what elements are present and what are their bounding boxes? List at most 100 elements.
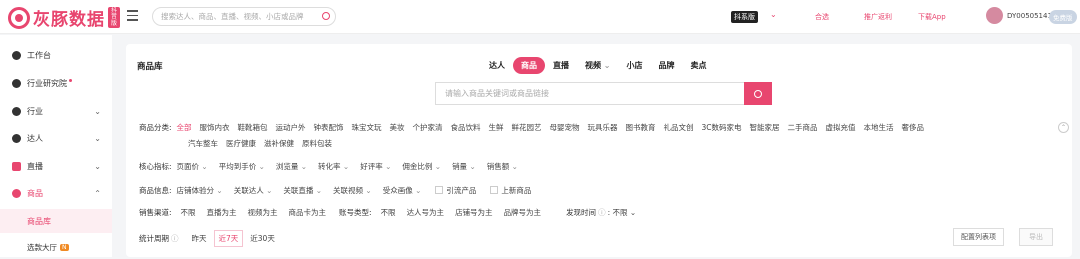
tab-goods[interactable]: 商品 [513,57,545,74]
channel-option[interactable]: 不限 [181,208,196,217]
category-option[interactable]: 鞋靴箱包 [238,123,268,132]
metric-dropdown[interactable]: 销量 [452,162,476,171]
period-filter-row: 统计周期 ⓘ 昨天 近7天 近30天 [139,230,282,247]
info-icon[interactable]: ⓘ [171,233,179,244]
account-list: 不限 达人号为主 店铺号为主 品牌号为主 [381,207,553,218]
sidebar-item-workbench[interactable]: 工作台 [0,42,112,68]
user-id[interactable]: DY00505141 [1007,12,1052,20]
metric-dropdown[interactable]: 佣金比例 [402,162,441,171]
sidebar-item-label: 行业研究院 [27,78,67,88]
category-option[interactable]: 珠宝文玩 [352,123,382,132]
category-option[interactable]: 奢侈品 [902,123,925,132]
logo[interactable]: 灰豚数据 抖音版 [8,5,120,30]
period-label: 统计周期 [139,234,169,243]
sidebar-item-goods[interactable]: 商品 ⌃ [0,180,112,206]
category-option[interactable]: 汽车整车 [188,139,218,148]
global-search-input[interactable]: 搜索达人、商品、直播、视频、小店或品牌 [152,7,336,26]
hexuan-link[interactable]: 合选 [815,12,829,22]
traffic-product-checkbox[interactable]: 引流产品 [435,185,476,196]
category-option[interactable]: 全部 [177,123,192,132]
menu-toggle-icon[interactable] [127,10,138,21]
metric-dropdown[interactable]: 好评率 [360,162,391,171]
sidebar-subitem-goods-library[interactable]: 商品库 [0,209,112,233]
channel-option[interactable]: 视频为主 [248,208,278,217]
research-icon [12,78,21,88]
category-option[interactable]: 食品饮料 [451,123,481,132]
category-option[interactable]: 钟表配饰 [314,123,344,132]
search-icon[interactable] [322,12,330,20]
period-yesterday[interactable]: 昨天 [187,230,212,247]
chevron-down-icon: ⌄ [94,161,101,171]
metric-dropdown[interactable]: 页面价 [177,162,208,171]
live-icon [12,161,21,171]
tab-selling-point[interactable]: 卖点 [683,57,715,74]
sidebar-item-label: 工作台 [27,50,51,60]
category-option[interactable]: 玩具乐器 [588,123,618,132]
goods-search-input[interactable]: 请输入商品关键词或商品链接 [435,82,744,105]
info-dropdown[interactable]: 关联视频 [333,186,372,195]
category-option[interactable]: 母婴宠物 [550,123,580,132]
tab-live[interactable]: 直播 [545,57,577,74]
tab-brand[interactable]: 品牌 [651,57,683,74]
sidebar: 工作台 行业研究院 行业 ⌄ 达人 ⌄ 直播 ⌄ 商品 ⌃ 商品库 选款大厅 N [0,35,112,257]
category-option[interactable]: 虚拟充值 [826,123,856,132]
notification-dot [69,78,72,82]
category-option[interactable]: 生鲜 [489,123,504,132]
category-option[interactable]: 美妆 [390,123,405,132]
period-7days[interactable]: 近7天 [213,230,244,247]
category-option[interactable]: 个护家清 [413,123,443,132]
account-option[interactable]: 品牌号为主 [504,208,542,217]
category-option[interactable]: 图书教育 [626,123,656,132]
info-icon[interactable]: ⓘ [598,207,606,218]
category-option[interactable]: 鲜花园艺 [512,123,542,132]
collapse-icon[interactable]: ⌃ [1058,122,1069,133]
sidebar-item-label: 行业 [27,106,43,116]
configure-columns-button[interactable]: 配置列表项 [953,228,1004,246]
metric-dropdown[interactable]: 浏览量 [276,162,307,171]
promo-rebate-link[interactable]: 推广返利 [864,12,892,22]
export-button[interactable]: 导出 [1019,228,1053,246]
goods-search-button[interactable] [744,82,772,105]
metric-dropdown[interactable]: 转化率 [318,162,349,171]
info-dropdown[interactable]: 店铺体验分 [177,186,223,195]
sidebar-item-influencer[interactable]: 达人 ⌄ [0,125,112,151]
account-option[interactable]: 店铺号为主 [455,208,493,217]
info-dropdown[interactable]: 关联达人 [234,186,273,195]
category-option[interactable]: 医疗健康 [226,139,256,148]
new-product-checkbox[interactable]: 上新商品 [490,185,531,196]
category-option[interactable]: 本地生活 [864,123,894,132]
ship-time-dropdown[interactable]: : 不限 ⌄ [608,207,637,218]
category-option[interactable]: 3C数码家电 [702,123,742,132]
metric-dropdown[interactable]: 销售额 [487,162,518,171]
version-badge[interactable]: 抖系版 [731,11,758,23]
download-app-link[interactable]: 下载App [918,12,946,22]
category-option[interactable]: 智能家居 [750,123,780,132]
tab-shop[interactable]: 小店 [619,57,651,74]
category-option[interactable]: 原料包装 [302,139,332,148]
sidebar-item-research[interactable]: 行业研究院 [0,70,112,96]
info-dropdown[interactable]: 关联直播 [283,186,322,195]
channel-label: 销售渠道: [139,208,172,217]
category-option[interactable]: 运动户外 [276,123,306,132]
free-plan-badge[interactable]: 免费版 [1049,10,1077,24]
sidebar-subitem-label: 选款大厅 [27,242,57,252]
tab-influencer[interactable]: 达人 [481,57,513,74]
category-option[interactable]: 滋补保健 [264,139,294,148]
audience-dropdown[interactable]: 受众画像 [383,185,422,196]
period-30days[interactable]: 近30天 [245,230,280,247]
tab-video[interactable]: 视频 ⌄ [577,57,619,74]
channel-option[interactable]: 商品卡为主 [289,208,327,217]
chevron-down-icon[interactable]: ⌄ [770,10,777,19]
category-option[interactable]: 礼品文创 [664,123,694,132]
channel-option[interactable]: 直播为主 [207,208,237,217]
sidebar-item-live[interactable]: 直播 ⌄ [0,153,112,179]
category-option[interactable]: 服饰内衣 [200,123,230,132]
account-option[interactable]: 不限 [381,208,396,217]
category-option[interactable]: 二手商品 [788,123,818,132]
avatar[interactable] [986,7,1003,24]
metric-dropdown[interactable]: 平均到手价 [219,162,265,171]
sidebar-item-industry[interactable]: 行业 ⌄ [0,98,112,124]
account-option[interactable]: 达人号为主 [407,208,445,217]
sidebar-subitem-selection-hall[interactable]: 选款大厅 N [0,235,112,259]
category-filter-row-2: 汽车整车 医疗健康 滋补保健 原料包装 [188,138,340,149]
